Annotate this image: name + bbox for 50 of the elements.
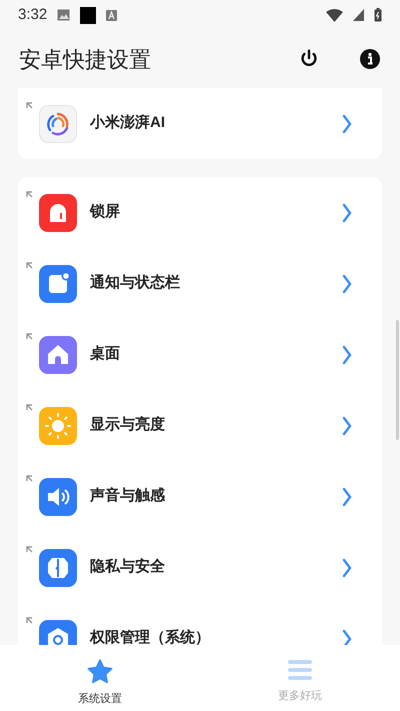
- settings-item[interactable]: 显示与亮度: [18, 390, 382, 461]
- item-label: 显示与亮度: [90, 415, 166, 436]
- text-a-icon: [106, 10, 118, 20]
- shortcut-arrow-icon: [26, 191, 33, 198]
- nav-tab[interactable]: 系统设置: [0, 645, 200, 711]
- item-label: 锁屏: [90, 202, 121, 222]
- chevron-right-icon: [342, 202, 352, 222]
- shortcut-arrow-icon: [26, 475, 33, 482]
- chevron-right-icon: [342, 486, 352, 506]
- wifi-icon: [326, 8, 343, 22]
- sun-icon: [39, 406, 77, 444]
- chevron-right-icon: [342, 344, 352, 364]
- chevron-right-icon: [342, 558, 352, 578]
- settings-item[interactable]: 小米澎湃AI: [18, 88, 382, 159]
- chevron-right-icon: [342, 416, 352, 436]
- shortcut-arrow-icon: [26, 102, 33, 109]
- shortcut-arrow-icon: [26, 333, 33, 340]
- speaker-icon: [39, 478, 77, 516]
- bell-icon: [39, 194, 77, 232]
- star-icon: [87, 659, 113, 684]
- notification-icon: [39, 264, 77, 302]
- shortcut-arrow-icon: [26, 404, 33, 411]
- square-icon: [80, 6, 96, 24]
- item-label: 小米澎湃AI: [90, 113, 166, 134]
- chevron-right-icon: [342, 274, 352, 294]
- shortcut-arrow-icon: [26, 617, 33, 624]
- app-title: 安卓快捷设置: [19, 46, 152, 74]
- item-label: 权限管理（系统）: [90, 628, 211, 645]
- swirl-logo-icon: [39, 104, 77, 142]
- settings-item[interactable]: 锁屏: [18, 177, 382, 248]
- gallery-icon: [57, 9, 70, 21]
- chevron-right-icon: [342, 628, 352, 645]
- item-label: 桌面: [90, 344, 121, 364]
- battery-icon: [374, 8, 382, 22]
- item-label: 隐私与安全: [90, 557, 166, 578]
- item-label: 通知与状态栏: [90, 273, 181, 294]
- menu-icon: [288, 659, 312, 681]
- chevron-right-icon: [342, 114, 352, 134]
- item-label: 声音与触感: [90, 486, 166, 506]
- status-time: 3:32: [18, 4, 48, 25]
- info-button[interactable]: [360, 49, 380, 69]
- settings-item[interactable]: 桌面: [18, 319, 382, 390]
- shield-icon: [39, 548, 77, 586]
- signal-icon: [353, 9, 364, 21]
- settings-item[interactable]: 通知与状态栏: [18, 248, 382, 319]
- home-icon: [39, 336, 77, 374]
- shortcut-arrow-icon: [26, 262, 33, 269]
- shortcut-arrow-icon: [26, 546, 33, 553]
- settings-item[interactable]: 声音与触感: [18, 461, 382, 532]
- settings-item[interactable]: 隐私与安全: [18, 532, 382, 603]
